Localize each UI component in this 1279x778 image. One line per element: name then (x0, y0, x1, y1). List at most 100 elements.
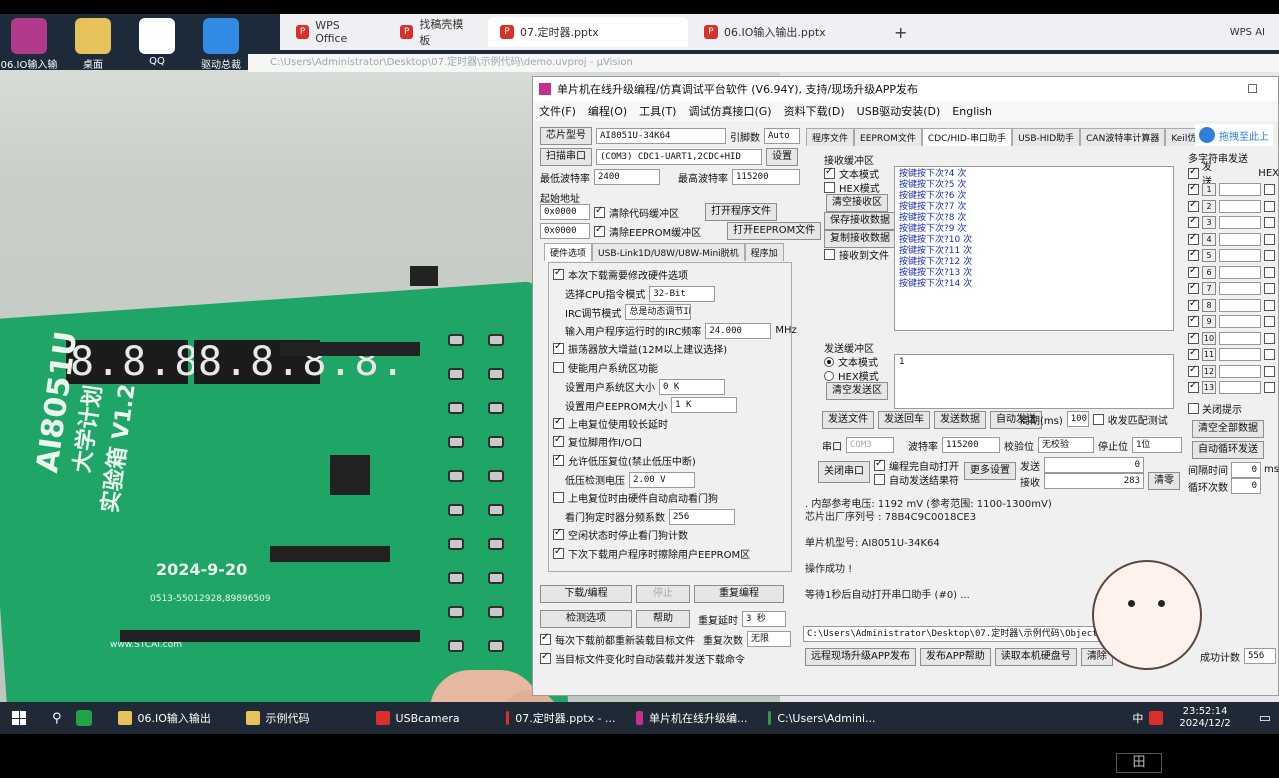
multi-row-hex-checkbox[interactable] (1264, 217, 1275, 229)
footer-button[interactable]: 读取本机硬盘号 (994, 648, 1077, 666)
option-checkbox[interactable] (553, 416, 564, 429)
path-field[interactable]: C:\Users\Administrator\Desktop\07.定时器\示例… (803, 626, 1103, 642)
multi-row-checkbox[interactable] (1188, 298, 1199, 311)
wps-tab[interactable]: P 06.IO输入输出.pptx (692, 17, 882, 47)
wps-tab[interactable]: P WPS Office (284, 17, 384, 47)
multi-row-send-button[interactable]: 2 (1202, 199, 1216, 213)
multi-row-send-button[interactable]: 8 (1202, 298, 1216, 312)
clear-eeprom-checkbox[interactable] (594, 224, 605, 237)
close-hint-checkbox[interactable] (1188, 402, 1199, 414)
option-checkbox[interactable] (553, 341, 564, 355)
open-program-button[interactable]: 打开程序文件 (705, 203, 777, 221)
multi-row-send-button[interactable]: 11 (1202, 348, 1216, 362)
option-checkbox[interactable] (553, 453, 564, 466)
search-icon[interactable]: ⚲ (52, 711, 62, 726)
taskbar-item[interactable]: 示例代码 (236, 703, 366, 733)
multi-row-input[interactable] (1219, 364, 1261, 378)
option-select[interactable]: 0 K (659, 378, 725, 395)
more-settings-button[interactable]: 更多设置 (964, 462, 1016, 480)
multi-row-send-button[interactable]: 1 (1202, 183, 1216, 197)
multi-row-input[interactable] (1219, 298, 1261, 312)
check-options-button[interactable]: 检测选项 (540, 610, 632, 628)
interval-input[interactable]: 0 (1231, 461, 1261, 478)
multi-row-send-button[interactable]: 13 (1202, 381, 1216, 395)
multi-row-input[interactable] (1219, 315, 1261, 329)
multi-row-checkbox[interactable] (1188, 380, 1199, 394)
taskbar-item[interactable]: 单片机在线升级编... (626, 703, 758, 733)
left-tab[interactable]: USB-Link1D/U8W/U8W-Mini脱机 (592, 243, 745, 261)
multi-row-send-button[interactable]: 5 (1202, 249, 1216, 263)
send-action-button[interactable]: 发送回车 (878, 411, 930, 429)
open-eeprom-button[interactable]: 打开EEPROM文件 (727, 222, 822, 240)
multi-row-hex-checkbox[interactable] (1264, 200, 1275, 212)
clear-count-button[interactable]: 清零 (1148, 472, 1180, 490)
send-action-button[interactable]: 发送数据 (934, 411, 986, 429)
wps-tab[interactable]: P 找稿壳模板 (388, 17, 484, 47)
send-hex-radio[interactable] (824, 370, 834, 381)
left-tab[interactable]: 程序加 (744, 243, 784, 261)
taskbar-item[interactable]: 07.定时器.pptx - ... (496, 703, 626, 733)
send-text-radio[interactable] (824, 356, 834, 367)
start-icon[interactable] (12, 711, 26, 725)
repeat-delay-select[interactable]: 3 秒 (742, 611, 786, 627)
auto-send-checkbox[interactable] (540, 651, 551, 664)
recv-to-file-checkbox[interactable] (824, 249, 835, 260)
multi-row-hex-checkbox[interactable] (1264, 266, 1275, 278)
multi-row-hex-checkbox[interactable] (1264, 250, 1275, 262)
wechat-icon[interactable] (75, 710, 92, 726)
multi-row-checkbox[interactable] (1188, 314, 1199, 328)
min-baud-select[interactable]: 2400 (594, 169, 660, 185)
auto-send-end-checkbox[interactable] (874, 474, 885, 485)
port-select[interactable]: (COM3) CDC1-UART1,2CDC+HID (596, 149, 762, 165)
copy-recv-button[interactable]: 复制接收数据 (824, 230, 896, 248)
clear-recv-button[interactable]: 清空接收区 (826, 194, 888, 212)
option-checkbox[interactable] (553, 527, 564, 541)
multi-row-checkbox[interactable] (1188, 248, 1199, 262)
footer-button[interactable]: 发布APP帮助 (919, 648, 991, 666)
multi-row-hex-checkbox[interactable] (1264, 299, 1275, 311)
max-baud-select[interactable]: 115200 (732, 169, 800, 185)
multi-row-checkbox[interactable] (1188, 347, 1199, 361)
desktop-icon[interactable]: 06.IO输入输 (0, 18, 58, 71)
option-checkbox[interactable] (553, 492, 564, 504)
multi-send-all-checkbox[interactable] (1188, 166, 1199, 179)
option-checkbox[interactable] (553, 434, 564, 448)
baud-select[interactable]: 115200 (942, 437, 1000, 453)
multi-row-input[interactable] (1219, 282, 1261, 296)
multi-row-send-button[interactable]: 4 (1202, 232, 1216, 246)
save-recv-button[interactable]: 保存接收数据 (824, 212, 896, 230)
wps-tab[interactable]: P 07.定时器.pptx (488, 17, 688, 47)
multi-row-hex-checkbox[interactable] (1264, 316, 1275, 328)
footer-button[interactable]: 远程现场升级APP发布 (805, 648, 916, 666)
download-button[interactable]: 下载/编程 (540, 585, 632, 603)
multi-row-hex-checkbox[interactable] (1264, 184, 1275, 196)
multi-row-checkbox[interactable] (1188, 232, 1199, 245)
desktop-icon[interactable]: QQ (128, 18, 186, 67)
clear-code-checkbox[interactable] (594, 205, 605, 218)
multi-row-input[interactable] (1219, 199, 1261, 213)
multi-row-checkbox[interactable] (1188, 281, 1199, 295)
code-addr-input[interactable]: 0x0000 (540, 204, 590, 220)
period-input[interactable]: 100 (1066, 411, 1089, 427)
option-checkbox[interactable] (553, 546, 564, 559)
multi-row-hex-checkbox[interactable] (1264, 382, 1275, 394)
multi-row-hex-checkbox[interactable] (1264, 332, 1275, 344)
menu-item[interactable]: USB驱动安装(D) (857, 103, 941, 119)
right-tab[interactable]: EEPROM文件 (854, 128, 922, 146)
multi-row-send-button[interactable]: 6 (1202, 265, 1216, 279)
right-tab[interactable]: CAN波特率计算器 (1080, 128, 1166, 146)
multi-row-send-button[interactable]: 3 (1202, 216, 1216, 230)
close-port-button[interactable]: 关闭串口 (818, 461, 870, 483)
menu-item[interactable]: 文件(F) (539, 103, 576, 119)
menu-item[interactable]: 资料下载(D) (784, 103, 845, 119)
multi-row-hex-checkbox[interactable] (1264, 365, 1275, 377)
recv-buffer[interactable]: 按键按下次?4 次按键按下次?5 次按键按下次?6 次按键按下次?7 次按键按下… (894, 166, 1174, 331)
eeprom-addr-input[interactable]: 0x0000 (540, 223, 590, 239)
multi-row-hex-checkbox[interactable] (1264, 283, 1275, 295)
multi-row-input[interactable] (1219, 183, 1261, 197)
option-checkbox[interactable] (553, 267, 564, 280)
clear-send-button[interactable]: 清空发送区 (826, 382, 888, 400)
chip-model-select[interactable]: AI8051U-34K64 (596, 128, 726, 144)
reload-checkbox[interactable] (540, 632, 551, 645)
left-tab[interactable]: 硬件选项 (544, 243, 593, 261)
